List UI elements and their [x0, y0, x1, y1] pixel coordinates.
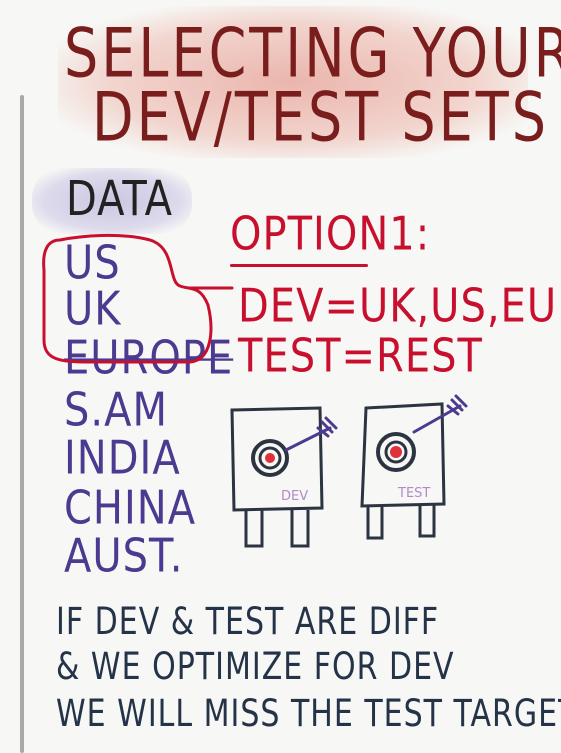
- test-target-label: TEST: [397, 486, 430, 501]
- footer-line-3: WE WILL MISS THE TEST TARGET: [56, 692, 561, 736]
- dev-target-label: DEV: [281, 489, 308, 504]
- footer-line-2: & WE OPTIMIZE FOR DEV: [56, 645, 455, 689]
- test-target-icon: TEST: [360, 402, 446, 540]
- dev-arrow-icon: [284, 416, 338, 452]
- dev-target-icon: DEV: [230, 406, 324, 548]
- footer-line-1: IF DEV & TEST ARE DIFF: [56, 600, 440, 644]
- selection-bracket: [42, 233, 213, 364]
- sketchnote-page: SELECTING YOUR DEV/TEST SETS DATA US UK …: [0, 0, 561, 753]
- test-arrow-icon: [412, 394, 468, 434]
